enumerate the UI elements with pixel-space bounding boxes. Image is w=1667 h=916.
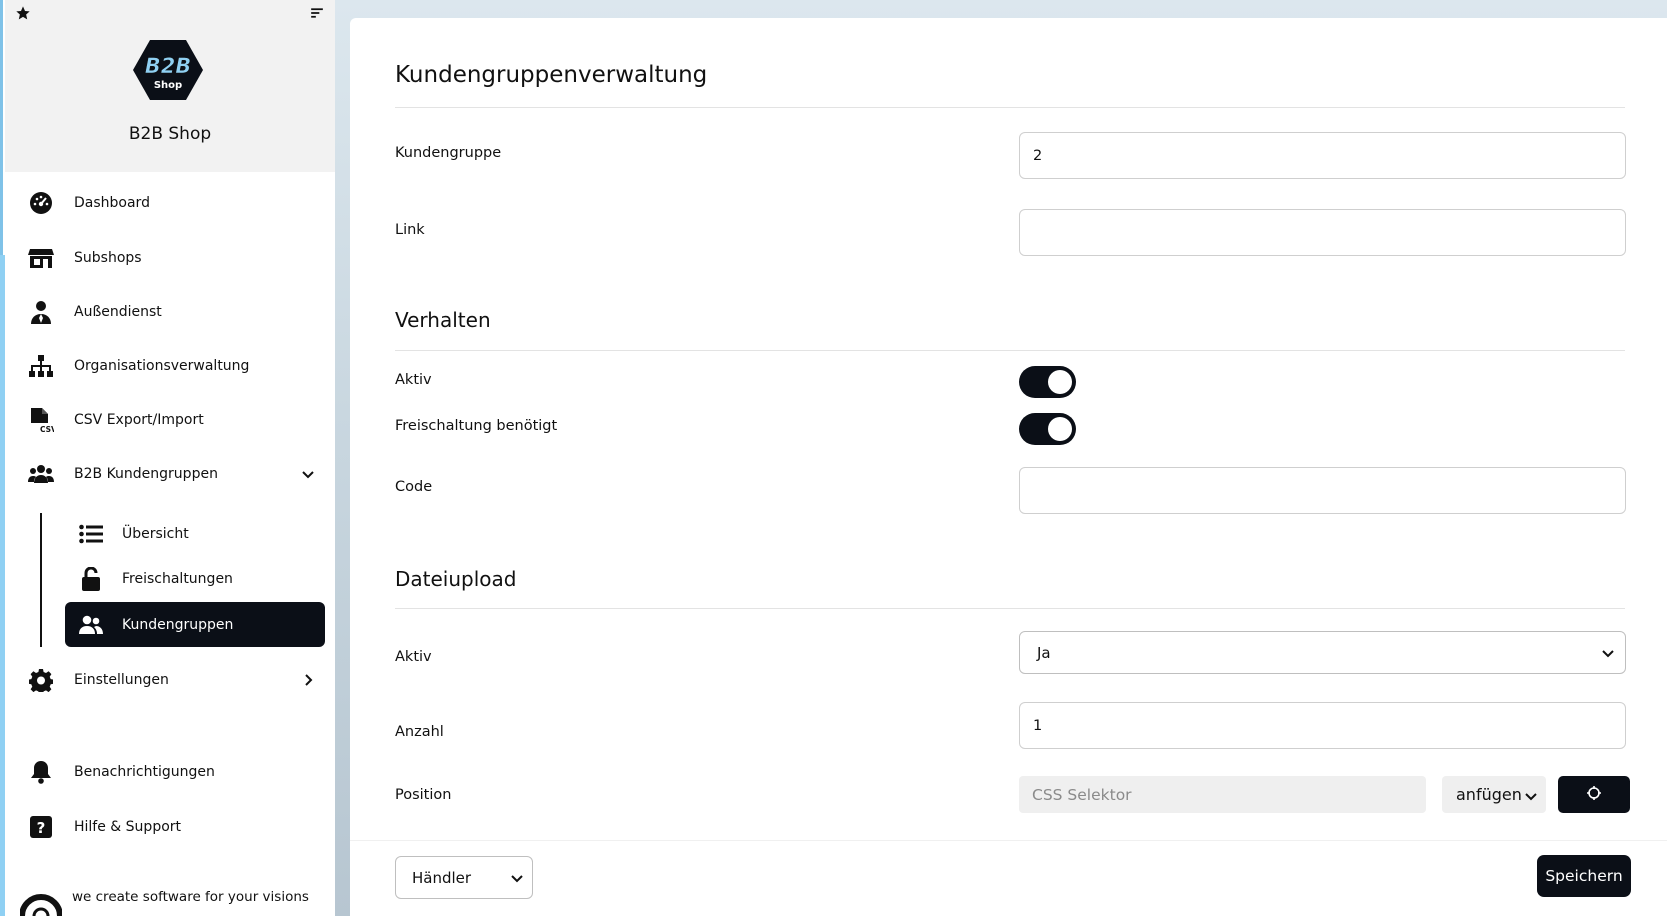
select-value: Ja — [1037, 643, 1051, 662]
sidebar-item-label: Einstellungen — [74, 672, 169, 688]
user-tie-icon — [26, 299, 56, 325]
sidebar-item-label: Dashboard — [74, 195, 150, 211]
gear-icon — [26, 667, 56, 693]
freischaltung-toggle[interactable] — [1019, 413, 1076, 445]
sidebar-item-dashboard[interactable]: Dashboard — [26, 188, 316, 218]
logo-subtext: Shop — [154, 80, 182, 91]
page-title: Kundengruppenverwaltung — [395, 62, 708, 88]
freischaltung-label: Freischaltung benötigt — [395, 418, 558, 434]
sidebar-edge — [0, 255, 5, 916]
sidebar-item-csv[interactable]: CSV CSV Export/Import — [26, 405, 316, 435]
sidebar-item-label: Benachrichtigungen — [74, 764, 215, 780]
sidebar-item-label: CSV Export/Import — [74, 412, 204, 428]
bell-icon — [26, 759, 56, 785]
toggle-knob — [1048, 417, 1072, 441]
crosshair-icon — [1586, 785, 1602, 805]
sitemap-icon — [26, 353, 56, 379]
verhalten-divider — [395, 350, 1625, 351]
users-icon — [26, 461, 56, 487]
dateiupload-aktiv-select[interactable]: Ja — [1019, 631, 1626, 674]
kundengruppe-input[interactable]: 2 — [1019, 132, 1626, 179]
shop-name: B2B Shop — [128, 124, 212, 144]
chevron-down-icon — [1524, 788, 1538, 802]
svg-text:CSV: CSV — [40, 425, 54, 433]
verhalten-aktiv-label: Aktiv — [395, 372, 432, 388]
sidebar-subitem-label: Übersicht — [122, 526, 189, 542]
unlock-icon — [78, 566, 104, 592]
anzahl-value: 1 — [1033, 717, 1043, 734]
users-icon — [78, 612, 104, 638]
logo-text: B2B — [145, 54, 192, 78]
code-label: Code — [395, 479, 433, 495]
footer-brand: we create software for your visions — [19, 878, 309, 916]
sidebar-subitem-kundengruppen[interactable]: Kundengruppen — [65, 602, 325, 647]
select-value: anfügen — [1456, 785, 1522, 804]
shop-logo: B2B Shop — [132, 38, 204, 102]
sidebar-subitem-freischaltungen[interactable]: Freischaltungen — [78, 564, 318, 594]
kundengruppe-value: 2 — [1033, 147, 1043, 164]
bottom-action-bar: Händler Speichern — [350, 840, 1667, 916]
sidebar-item-label: B2B Kundengruppen — [74, 466, 218, 482]
sidebar-item-aussendienst[interactable]: Außendienst — [26, 297, 316, 327]
position-mode-select[interactable]: anfügen — [1442, 776, 1546, 813]
csv-file-icon: CSV — [26, 407, 56, 433]
css-selector-input[interactable]: CSS Selektor — [1019, 776, 1426, 813]
sidebar-item-einstellungen[interactable]: Einstellungen — [26, 665, 316, 695]
sidebar-item-subshops[interactable]: Subshops — [26, 243, 316, 273]
dateiupload-aktiv-label: Aktiv — [395, 649, 432, 665]
css-selector-placeholder: CSS Selektor — [1032, 785, 1132, 804]
chevron-right-icon[interactable] — [300, 672, 316, 688]
pick-element-button[interactable] — [1558, 776, 1630, 813]
select-value: Händler — [412, 868, 472, 887]
toggle-knob — [1048, 370, 1072, 394]
list-icon — [78, 521, 104, 547]
main-card: Kundengruppenverwaltung Kundengruppe 2 L… — [350, 18, 1667, 916]
sidebar-item-label: Außendienst — [74, 304, 162, 320]
sidebar-subitem-uebersicht[interactable]: Übersicht — [78, 519, 318, 549]
anzahl-label: Anzahl — [395, 724, 444, 740]
save-button[interactable]: Speichern — [1537, 855, 1631, 897]
brand-logo-icon — [19, 886, 63, 916]
title-divider — [395, 107, 1625, 108]
sidebar-item-organisationsverwaltung[interactable]: Organisationsverwaltung — [26, 351, 316, 381]
code-input[interactable] — [1019, 467, 1626, 514]
sidebar: B2B Shop B2B Shop Dashboard Subshops Auß… — [0, 0, 335, 916]
sidebar-subitem-label: Kundengruppen — [122, 616, 234, 633]
store-icon — [26, 245, 56, 271]
anzahl-input[interactable]: 1 — [1019, 702, 1626, 749]
sidebar-item-label: Subshops — [74, 250, 142, 266]
submenu-line — [40, 513, 42, 647]
position-label: Position — [395, 787, 452, 803]
svg-text:?: ? — [37, 819, 46, 837]
kundengruppe-label: Kundengruppe — [395, 145, 502, 161]
chevron-down-icon[interactable] — [300, 466, 316, 482]
sidebar-item-b2b-kundengruppen[interactable]: B2B Kundengruppen — [26, 459, 316, 489]
sidebar-item-benachrichtigungen[interactable]: Benachrichtigungen — [26, 757, 316, 787]
sidebar-subitem-label: Freischaltungen — [122, 571, 233, 587]
chevron-down-icon — [1601, 646, 1615, 660]
role-select[interactable]: Händler — [395, 856, 533, 899]
section-dateiupload-heading: Dateiupload — [395, 567, 517, 591]
sort-icon[interactable] — [307, 5, 327, 25]
dateiupload-divider — [395, 608, 1625, 609]
link-label: Link — [395, 222, 425, 238]
chevron-down-icon — [510, 871, 524, 885]
link-input[interactable] — [1019, 209, 1626, 256]
star-icon[interactable] — [13, 5, 33, 25]
sidebar-item-label: Hilfe & Support — [74, 819, 182, 835]
sidebar-item-label: Organisationsverwaltung — [74, 358, 250, 374]
question-icon: ? — [26, 814, 56, 840]
footer-text: we create software for your visions — [72, 889, 309, 905]
verhalten-aktiv-toggle[interactable] — [1019, 366, 1076, 398]
speedometer-icon — [26, 190, 56, 216]
section-verhalten-heading: Verhalten — [395, 308, 491, 332]
sidebar-item-hilfe[interactable]: ? Hilfe & Support — [26, 812, 316, 842]
